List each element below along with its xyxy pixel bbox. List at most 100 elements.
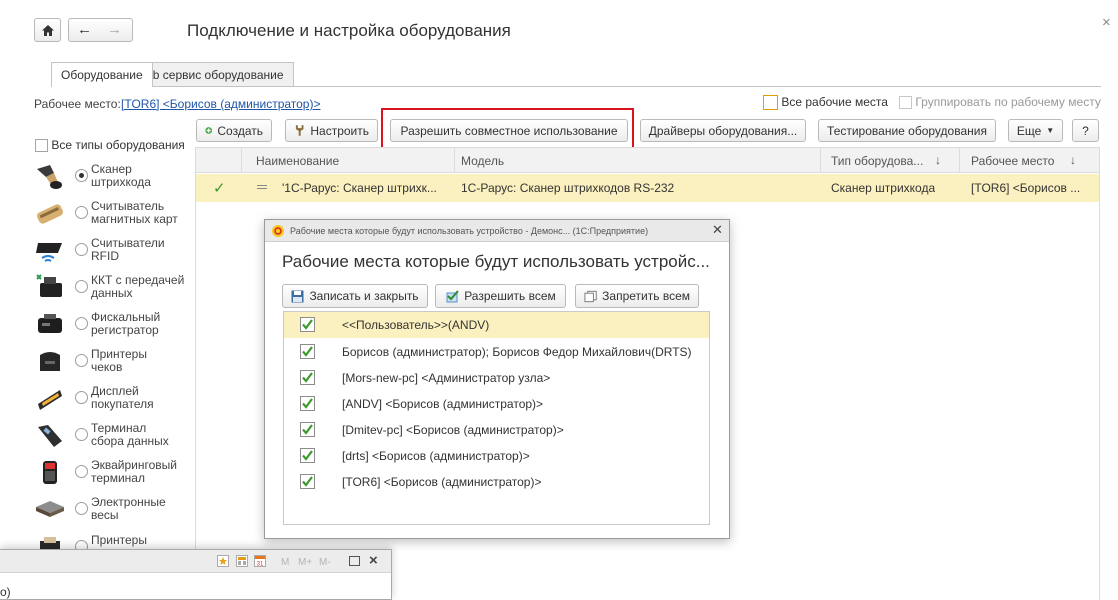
home-icon [41,24,54,36]
row-name: '1С-Рарус: Сканер штрихк... [282,181,437,195]
col-divider [241,148,242,172]
row-status-icon [257,185,267,189]
uncheck-all-icon [584,290,597,302]
all-places-label: Все рабочие места [781,95,888,109]
barcode-scanner-icon [37,165,62,189]
more-button[interactable]: Еще ▼ [1008,119,1063,142]
cash-register-icon [36,274,62,297]
testing-button[interactable]: Тестирование оборудования [818,119,996,142]
type-radio-receipt-printer[interactable] [75,354,88,367]
all-types-toggle[interactable]: Все типы оборудования [35,138,185,153]
list-item[interactable]: [Dmitev-pc] <Борисов (администратор)> [284,417,709,443]
maximize-icon[interactable] [349,556,360,566]
background-window-title: о) [0,585,11,599]
check-all-icon [446,289,459,302]
plus-circle-icon [205,127,213,134]
write-close-label: Записать и закрыть [309,289,419,303]
memory-button[interactable]: M [281,557,289,568]
type-radio-rfid[interactable] [75,243,88,256]
background-close-button[interactable]: × [369,552,378,569]
all-places-checkbox[interactable] [763,95,778,111]
col-header-name[interactable]: Наименование [256,154,339,168]
setup-button[interactable]: Настроить [285,119,378,142]
drivers-button[interactable]: Драйверы оборудования... [640,119,806,142]
customer-display-icon [38,390,62,410]
dialog-heading: Рабочие места которые будут использовать… [282,252,710,271]
forward-arrow-icon[interactable]: → [107,21,122,38]
workplace-link[interactable]: [TOR6] <Борисов (администратор)> [121,97,321,111]
list-item[interactable]: [Mors-new-pc] <Администратор узла> [284,365,709,391]
type-radio-display[interactable] [75,391,88,404]
type-label-magnetic: Считыватель магнитных карт [91,199,178,226]
list-item-label: [ANDV] <Борисов (администратор)> [342,397,544,411]
row-check-icon: ✓ [213,180,226,197]
checkbox-checked-icon[interactable] [300,396,315,411]
type-label-scanner: Сканер штрихкода [91,162,151,189]
type-label-kkt: ККТ с передачей данных [91,273,185,300]
checkbox-checked-icon[interactable] [300,344,315,359]
memory-minus-button[interactable]: M- [319,557,331,568]
type-radio-fiscal[interactable] [75,317,88,330]
scales-icon [36,501,64,517]
data-terminal-icon [38,425,62,447]
type-radio-kkt[interactable] [75,280,88,293]
write-close-button[interactable]: Записать и закрыть [282,284,428,308]
magnetic-card-reader-icon [36,204,64,224]
create-button[interactable]: Создать [196,119,272,142]
list-item[interactable]: [drts] <Борисов (администратор)> [284,443,709,469]
type-label-display: Дисплей покупателя [91,384,154,411]
calendar-icon[interactable]: 31 [254,555,266,567]
type-label-acquiring: Эквайринговый терминал [91,458,177,485]
group-by-checkbox[interactable] [899,96,912,110]
all-places-toggle[interactable]: Все рабочие места [763,95,888,111]
all-types-checkbox[interactable] [35,139,48,153]
dialog-close-button[interactable]: ✕ [712,222,723,238]
type-radio-terminal[interactable] [75,428,88,441]
help-button[interactable]: ? [1072,119,1099,142]
dialog-window-title: Рабочие места которые будут использовать… [290,226,649,236]
type-radio-magnetic[interactable] [75,206,88,219]
receipt-printer-icon [40,352,60,371]
sort-arrow-icon: ↓ [935,153,941,167]
type-radio-scales[interactable] [75,502,88,515]
checkbox-checked-icon[interactable] [300,370,315,385]
checkbox-checked-icon[interactable] [300,448,315,463]
back-arrow-icon[interactable]: ← [77,21,92,38]
history-nav: ← → [68,18,133,42]
allow-all-button[interactable]: Разрешить всем [435,284,566,308]
checkbox-checked-icon[interactable] [300,422,315,437]
calculator-icon[interactable] [236,555,248,567]
type-radio-acquiring[interactable] [75,465,88,478]
home-button[interactable] [34,18,61,42]
col-divider [959,148,960,172]
group-by-label: Группировать по рабочему месту [915,95,1101,109]
tab-equipment[interactable]: Оборудование [51,62,153,87]
list-item-label: <<Пользователь>>(ANDV) [342,318,490,332]
create-label: Создать [217,123,263,138]
type-radio-scanner[interactable] [75,169,88,182]
memory-plus-button[interactable]: M+ [298,557,312,568]
list-item[interactable]: [TOR6] <Борисов (администратор)> [284,469,709,495]
deny-all-label: Запретить всем [602,289,690,303]
list-item[interactable]: [ANDV] <Борисов (администратор)> [284,391,709,417]
window-close-button[interactable]: × [1102,14,1111,31]
list-item[interactable]: <<Пользователь>>(ANDV) [284,312,709,338]
list-item[interactable]: Борисов (администратор); Борисов Федор М… [284,339,709,365]
col-header-model[interactable]: Модель [461,154,504,168]
favorite-icon[interactable] [217,555,229,567]
checkbox-checked-icon[interactable] [300,317,315,332]
col-header-workplace[interactable]: Рабочее место [971,154,1054,168]
col-header-type[interactable]: Тип оборудова... [831,154,923,168]
checkbox-checked-icon[interactable] [300,474,315,489]
deny-all-button[interactable]: Запретить всем [575,284,699,308]
list-item-label: Борисов (администратор); Борисов Федор М… [342,345,692,359]
col-divider [820,148,821,172]
list-item-label: [TOR6] <Борисов (администратор)> [342,475,542,489]
more-label: Еще [1016,123,1042,138]
svg-text:31: 31 [257,562,264,568]
background-window-titlebar [0,550,391,573]
rfid-reader-icon [36,243,62,262]
group-by-toggle[interactable]: Группировать по рабочему месту [899,95,1101,110]
type-label-rfid: Считыватели RFID [91,236,165,263]
sort-arrow-icon: ↓ [1070,153,1076,167]
